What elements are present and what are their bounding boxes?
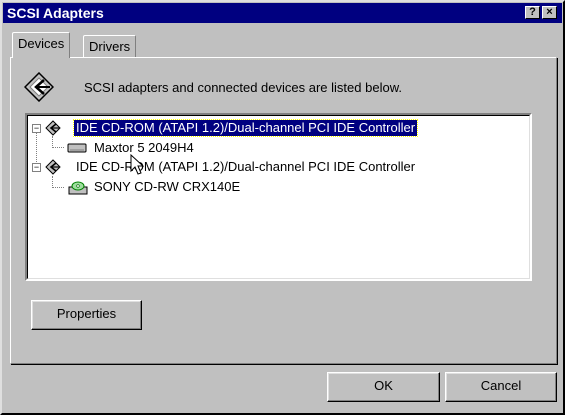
cancel-button-label: Cancel	[480, 378, 522, 393]
scsi-adapter-icon	[45, 120, 61, 136]
scsi-adapter-icon	[24, 72, 54, 102]
collapse-icon[interactable]: −	[32, 163, 41, 172]
ok-button[interactable]: OK	[327, 372, 440, 402]
tree-node-label: IDE CD-ROM (ATAPI 1.2)/Dual-channel PCI …	[76, 159, 416, 174]
close-button[interactable]: ×	[542, 6, 557, 19]
tree-node-sony-cdrw[interactable]: SONY CD-RW CRX140E	[32, 178, 332, 196]
window-title: SCSI Adapters	[7, 5, 104, 21]
cd-drive-icon	[68, 181, 88, 195]
info-text: SCSI adapters and connected devices are …	[84, 80, 402, 95]
properties-button[interactable]: Properties	[31, 300, 142, 330]
tree-node-label: SONY CD-RW CRX140E	[94, 179, 241, 194]
scsi-adapter-icon	[45, 159, 61, 175]
tab-drivers-label: Drivers	[89, 39, 131, 54]
collapse-icon[interactable]: −	[32, 124, 41, 133]
tree-node-controller-2[interactable]: − IDE CD-ROM (ATAPI 1.2)/Dual-channel PC…	[32, 158, 502, 176]
properties-button-label: Properties	[56, 306, 117, 321]
title-bar[interactable]: SCSI Adapters ? ×	[3, 3, 562, 23]
close-icon: ×	[546, 6, 553, 18]
tree-node-label: IDE CD-ROM (ATAPI 1.2)/Dual-channel PCI …	[72, 119, 419, 137]
scsi-adapters-dialog: SCSI Adapters ? × Devices Drivers SCSI a…	[0, 0, 565, 415]
tab-devices-label: Devices	[18, 36, 65, 51]
device-tree-frame: − IDE CD-ROM (ATAPI 1.2)/Dual-channel PC…	[27, 115, 530, 279]
hard-drive-icon	[67, 143, 87, 153]
tree-node-maxtor-disk[interactable]: Maxtor 5 2049H4	[32, 139, 332, 157]
tab-devices[interactable]: Devices	[12, 32, 71, 59]
cancel-button[interactable]: Cancel	[445, 372, 557, 402]
help-icon: ?	[529, 6, 536, 18]
tab-drivers[interactable]: Drivers	[83, 35, 137, 58]
tree-node-controller-1[interactable]: − IDE CD-ROM (ATAPI 1.2)/Dual-channel PC…	[32, 119, 502, 137]
help-button[interactable]: ?	[525, 6, 540, 19]
ok-button-label: OK	[374, 378, 393, 393]
mouse-pointer-icon	[130, 154, 144, 175]
device-tree[interactable]: − IDE CD-ROM (ATAPI 1.2)/Dual-channel PC…	[25, 113, 532, 281]
